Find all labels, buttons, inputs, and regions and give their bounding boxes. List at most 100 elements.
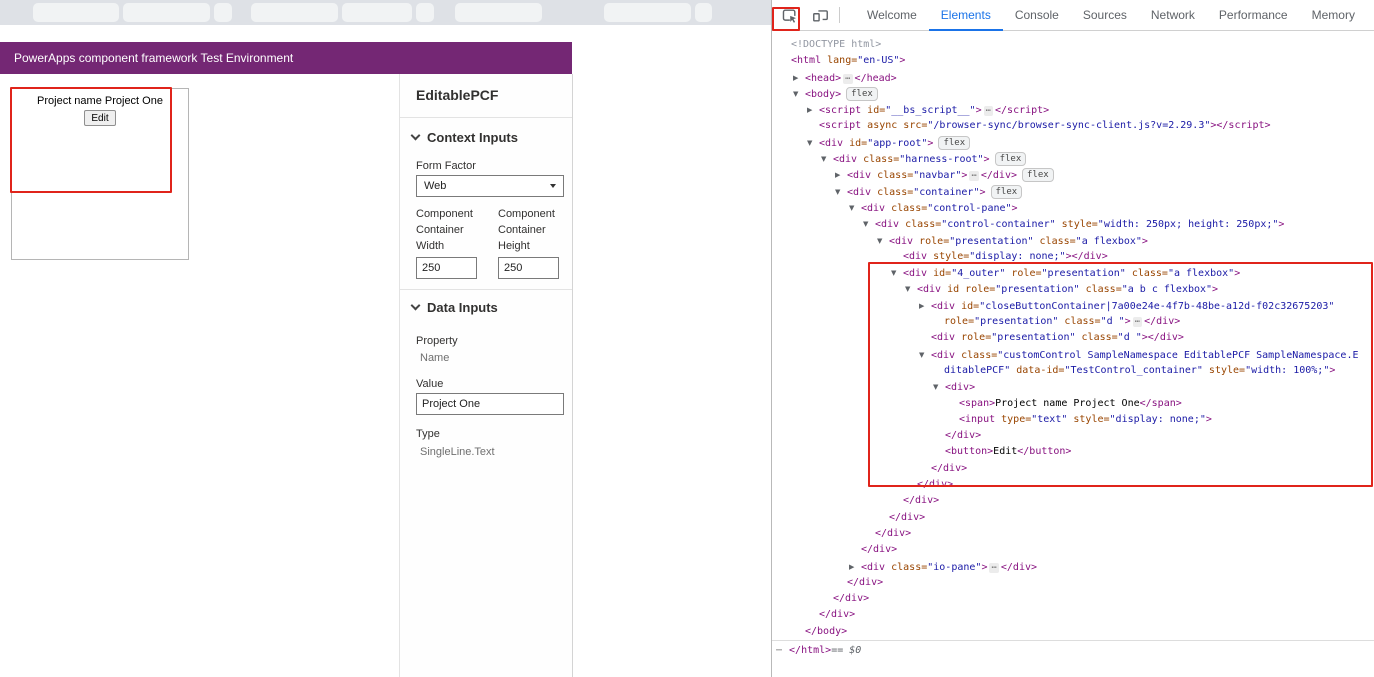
collapse-arrow-icon[interactable]: ▼ <box>835 184 847 200</box>
devtools-tree-line[interactable]: ▼<div id="app-root">flex <box>772 135 1374 151</box>
devtools-tree-line[interactable]: <div style="display: none;"></div> <box>772 249 1374 265</box>
devtools-tab-network[interactable]: Network <box>1139 0 1207 31</box>
devtools-tree-line[interactable]: </div> <box>772 542 1374 558</box>
devtools-tab-sources[interactable]: Sources <box>1071 0 1139 31</box>
devtools-tree-line[interactable]: ▶<script id="__bs_script__">⋯</script> <box>772 102 1374 118</box>
expand-arrow-icon[interactable]: ▶ <box>849 559 861 575</box>
browser-tab-placeholder[interactable] <box>123 3 210 22</box>
devtools-tree-line[interactable]: <span>Project name Project One</span> <box>772 396 1374 412</box>
devtools-tree-line[interactable]: </div> <box>772 526 1374 542</box>
browser-tab-placeholder[interactable] <box>214 3 232 22</box>
code-token: > <box>961 170 967 181</box>
container-width-input[interactable] <box>416 257 477 279</box>
value-input[interactable] <box>416 393 564 415</box>
browser-tab-placeholder[interactable] <box>455 3 542 22</box>
devtools-tree-line[interactable]: </div> <box>772 428 1374 444</box>
devtools-tree-line[interactable]: ▼<div class="control-container" style="w… <box>772 216 1374 232</box>
devtools-tree-line[interactable]: ▼<div id role="presentation" class="a b … <box>772 281 1374 297</box>
browser-tab-placeholder[interactable] <box>251 3 338 22</box>
devtools-dom-tree: <!DOCTYPE html><html lang="en-US">▶<head… <box>772 31 1374 640</box>
inline-expand-button[interactable]: ⋯ <box>984 106 993 116</box>
code-token: </span> <box>1140 398 1182 409</box>
flex-badge[interactable]: flex <box>995 152 1027 166</box>
expand-arrow-icon[interactable]: ▶ <box>919 298 931 314</box>
header-title: PowerApps component framework Test Envir… <box>14 51 293 65</box>
devtools-tree-line[interactable]: </div> <box>772 607 1374 623</box>
devtools-tree-line[interactable]: ▶<head>⋯</head> <box>772 70 1374 86</box>
inline-expand-button[interactable]: ⋯ <box>969 171 978 181</box>
devtools-tab-memory[interactable]: Memory <box>1300 0 1367 31</box>
flex-badge[interactable]: flex <box>938 136 970 150</box>
devtools-tree-line[interactable]: </div> <box>772 461 1374 477</box>
harness-panel: EditablePCF Context Inputs Form Factor W… <box>399 74 573 677</box>
browser-tab-placeholder[interactable] <box>342 3 412 22</box>
devtools-tree-line[interactable]: <html lang="en-US"> <box>772 53 1374 69</box>
browser-tab-placeholder[interactable] <box>695 3 712 22</box>
code-token: > <box>1142 236 1148 247</box>
collapse-arrow-icon[interactable]: ▼ <box>919 347 931 363</box>
devtools-tree-line[interactable]: role="presentation" class="d ">⋯</div> <box>772 314 1374 330</box>
devtools-tree-line[interactable]: ▶<div class="navbar">⋯</div>flex <box>772 167 1374 183</box>
collapse-arrow-icon[interactable]: ▼ <box>877 233 889 249</box>
collapse-arrow-icon[interactable]: ▼ <box>863 216 875 232</box>
code-token: </head> <box>855 73 897 84</box>
devtools-tree-line[interactable]: <!DOCTYPE html> <box>772 37 1374 53</box>
devtools-tree-line[interactable]: </div> <box>772 591 1374 607</box>
devtools-tree-line[interactable]: </div> <box>772 477 1374 493</box>
devtools-tree-line[interactable]: <div role="presentation" class="d "></di… <box>772 330 1374 346</box>
collapse-arrow-icon[interactable]: ▼ <box>891 265 903 281</box>
code-token: == $0 <box>831 645 861 656</box>
devtools-tab-welcome[interactable]: Welcome <box>855 0 929 31</box>
devtools-tree-line[interactable]: ditablePCF" data-id="TestControl_contain… <box>772 363 1374 379</box>
devtools-tree-line[interactable]: ▼<div id="4_outer" role="presentation" c… <box>772 265 1374 281</box>
devtools-tree-line[interactable]: </body> <box>772 624 1374 640</box>
devtools-tab-elements[interactable]: Elements <box>929 0 1003 31</box>
devtools-tree-line[interactable]: ▼<div class="harness-root">flex <box>772 151 1374 167</box>
edit-button[interactable]: Edit <box>84 110 115 126</box>
collapse-arrow-icon[interactable]: ▼ <box>849 200 861 216</box>
collapse-arrow-icon[interactable]: ▼ <box>905 281 917 297</box>
flex-badge[interactable]: flex <box>991 185 1023 199</box>
inspect-element-button[interactable] <box>775 2 803 28</box>
devtools-tree-line[interactable]: ▼<div class="container">flex <box>772 184 1374 200</box>
code-token: "presentation" <box>991 332 1075 343</box>
collapse-arrow-icon[interactable]: ▼ <box>821 151 833 167</box>
devtools-tree-line[interactable]: ▶<div class="io-pane">⋯</div> <box>772 559 1374 575</box>
devtools-tree-line[interactable]: </div> <box>772 493 1374 509</box>
flex-badge[interactable]: flex <box>846 87 878 101</box>
browser-tab-placeholder[interactable] <box>33 3 119 22</box>
browser-tab-placeholder[interactable] <box>604 3 691 22</box>
devtools-tab-performance[interactable]: Performance <box>1207 0 1300 31</box>
devtools-tab-console[interactable]: Console <box>1003 0 1071 31</box>
expand-arrow-icon[interactable]: ▶ <box>807 102 819 118</box>
devtools-tree-line[interactable]: <button>Edit</button> <box>772 444 1374 460</box>
devtools-tree-line[interactable]: ▼<div> <box>772 379 1374 395</box>
collapse-arrow-icon[interactable]: ▼ <box>793 86 805 102</box>
form-factor-select[interactable]: Web <box>416 175 564 197</box>
flex-badge[interactable]: flex <box>1022 168 1054 182</box>
inline-expand-button[interactable]: ⋯ <box>1133 317 1142 327</box>
expand-arrow-icon[interactable]: ▶ <box>793 70 805 86</box>
code-token: <div <box>847 170 871 181</box>
data-inputs-header[interactable]: Data Inputs <box>412 300 498 315</box>
devtools-tree-line[interactable]: </div> <box>772 510 1374 526</box>
code-token: role= <box>959 284 995 295</box>
devtools-tree-line[interactable]: </div> <box>772 575 1374 591</box>
collapse-arrow-icon[interactable]: ▼ <box>933 379 945 395</box>
container-height-input[interactable] <box>498 257 559 279</box>
browser-tab-placeholder[interactable] <box>416 3 434 22</box>
expand-arrow-icon[interactable]: ▶ <box>835 167 847 183</box>
devtools-tree-line[interactable]: ▼<div role="presentation" class="a flexb… <box>772 233 1374 249</box>
context-inputs-header[interactable]: Context Inputs <box>412 130 518 145</box>
devtools-tree-line[interactable]: <script async src="/browser-sync/browser… <box>772 118 1374 134</box>
container-width-label: Component Container Width <box>416 206 488 254</box>
collapse-arrow-icon[interactable]: ▼ <box>807 135 819 151</box>
devtools-tree-line[interactable]: ▶<div id="closeButtonContainer|7a00e24e-… <box>772 298 1374 314</box>
devtools-tree-line[interactable]: ▼<div class="control-pane"> <box>772 200 1374 216</box>
inline-expand-button[interactable]: ⋯ <box>843 74 852 84</box>
devtools-tree-line[interactable]: ▼<div class="customControl SampleNamespa… <box>772 347 1374 363</box>
inline-expand-button[interactable]: ⋯ <box>989 563 998 573</box>
device-toolbar-button[interactable] <box>806 2 834 28</box>
devtools-tree-line[interactable]: ▼<body>flex <box>772 86 1374 102</box>
devtools-tree-line[interactable]: <input type="text" style="display: none;… <box>772 412 1374 428</box>
